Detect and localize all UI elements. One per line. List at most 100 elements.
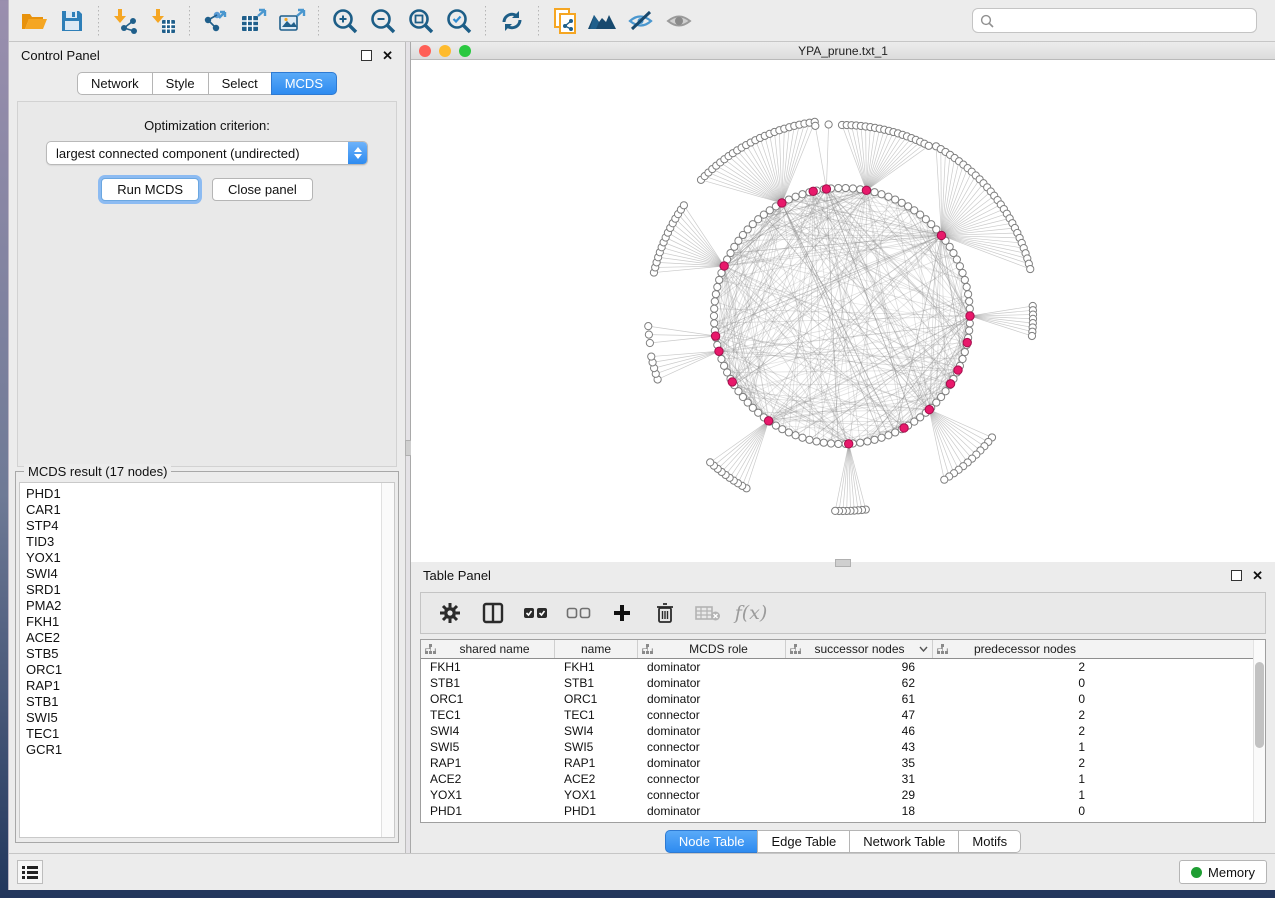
mcds-result-item[interactable]: STB5 — [26, 646, 381, 662]
zoom-selected-icon — [445, 7, 473, 35]
export-image-button[interactable] — [273, 3, 311, 39]
column-header-successor-nodes[interactable]: successor nodes — [786, 640, 933, 658]
table-cell: 0 — [933, 675, 1103, 691]
first-neighbors-button[interactable] — [584, 3, 622, 39]
zoom-selected-button[interactable] — [440, 3, 478, 39]
table-cell: 29 — [786, 787, 933, 803]
task-history-button[interactable] — [17, 860, 43, 884]
mcds-result-item[interactable]: SWI5 — [26, 710, 381, 726]
close-table-panel-button[interactable]: ✕ — [1252, 569, 1263, 582]
table-row[interactable]: FKH1FKH1dominator962 — [421, 659, 1253, 675]
mcds-panel: Optimization criterion: largest connecte… — [17, 101, 397, 467]
table-settings-button[interactable] — [433, 596, 467, 630]
export-table-button[interactable] — [235, 3, 273, 39]
zoom-out-button[interactable] — [364, 3, 402, 39]
close-panel-button-mcds[interactable]: Close panel — [212, 178, 313, 201]
function-builder-button[interactable]: f(x) — [734, 596, 768, 630]
mcds-result-group: MCDS result (17 nodes) PHD1CAR1STP4TID3Y… — [15, 471, 399, 843]
table-cell: dominator — [638, 755, 786, 771]
mcds-result-item[interactable]: GCR1 — [26, 742, 381, 758]
table-header-row: shared namenameMCDS rolesuccessor nodesp… — [421, 640, 1253, 659]
add-icon — [612, 603, 632, 623]
mcds-result-item[interactable]: PHD1 — [26, 486, 381, 502]
table-row[interactable]: SWI4SWI4dominator462 — [421, 723, 1253, 739]
mcds-result-item[interactable]: PMA2 — [26, 598, 381, 614]
search-input[interactable] — [999, 13, 1249, 28]
tab-edge-table[interactable]: Edge Table — [757, 830, 849, 853]
column-header-predecessor-nodes[interactable]: predecessor nodes — [933, 640, 1103, 658]
mcds-result-item[interactable]: SRD1 — [26, 582, 381, 598]
toolbar-separator — [485, 6, 486, 36]
zoom-in-button[interactable] — [326, 3, 364, 39]
delete-column-button[interactable] — [648, 596, 682, 630]
tab-style[interactable]: Style — [152, 72, 208, 95]
run-mcds-button[interactable]: Run MCDS — [101, 178, 199, 201]
mcds-result-item[interactable]: FKH1 — [26, 614, 381, 630]
mcds-result-scrollbar[interactable] — [381, 483, 394, 837]
mcds-result-item[interactable]: ORC1 — [26, 662, 381, 678]
float-table-panel-button[interactable] — [1231, 570, 1242, 581]
mcds-result-item[interactable]: STB1 — [26, 694, 381, 710]
window-close-icon[interactable] — [419, 45, 431, 57]
show-columns-button[interactable] — [476, 596, 510, 630]
close-panel-button[interactable]: ✕ — [382, 49, 393, 62]
tab-select[interactable]: Select — [208, 72, 271, 95]
tab-node-table[interactable]: Node Table — [665, 830, 758, 853]
table-row[interactable]: RAP1RAP1dominator352 — [421, 755, 1253, 771]
window-maximize-icon[interactable] — [459, 45, 471, 57]
mcds-result-item[interactable]: TEC1 — [26, 726, 381, 742]
table-row[interactable]: PHD1PHD1dominator180 — [421, 803, 1253, 819]
tab-mcds[interactable]: MCDS — [271, 72, 337, 95]
mcds-result-item[interactable]: RAP1 — [26, 678, 381, 694]
new-network-from-selection-button[interactable] — [546, 3, 584, 39]
table-cell: TEC1 — [555, 707, 638, 723]
import-table-button[interactable] — [144, 3, 182, 39]
open-folder-icon — [20, 9, 48, 33]
refresh-button[interactable] — [493, 3, 531, 39]
mcds-result-item[interactable]: SWI4 — [26, 566, 381, 582]
select-all-rows-button[interactable] — [519, 596, 553, 630]
column-header-MCDS-role[interactable]: MCDS role — [638, 640, 786, 658]
delete-table-button[interactable] — [691, 596, 725, 630]
memory-button[interactable]: Memory — [1179, 860, 1267, 884]
zoom-fit-button[interactable] — [402, 3, 440, 39]
import-network-button[interactable] — [106, 3, 144, 39]
show-all-button[interactable] — [660, 3, 698, 39]
deselect-all-rows-button[interactable] — [562, 596, 596, 630]
criterion-select[interactable]: largest connected component (undirected) — [46, 141, 368, 165]
window-minimize-icon[interactable] — [439, 45, 451, 57]
mcds-result-item[interactable]: STP4 — [26, 518, 381, 534]
mcds-result-item[interactable]: CAR1 — [26, 502, 381, 518]
column-namespace-icon — [642, 644, 653, 654]
mcds-result-item[interactable]: YOX1 — [26, 550, 381, 566]
column-header-shared-name[interactable]: shared name — [421, 640, 555, 658]
save-button[interactable] — [53, 3, 91, 39]
horizontal-splitter-grip[interactable] — [835, 559, 851, 567]
open-button[interactable] — [15, 3, 53, 39]
table-row[interactable]: TEC1TEC1connector472 — [421, 707, 1253, 723]
table-cell: 31 — [786, 771, 933, 787]
select-all-icon — [523, 606, 549, 620]
table-row[interactable]: STB1STB1dominator620 — [421, 675, 1253, 691]
table-scrollbar[interactable] — [1253, 640, 1265, 822]
export-network-button[interactable] — [197, 3, 235, 39]
table-scrollbar-thumb[interactable] — [1255, 662, 1264, 748]
table-cell: 0 — [933, 691, 1103, 707]
float-panel-button[interactable] — [361, 50, 372, 61]
column-header-name[interactable]: name — [555, 640, 638, 658]
toolbar-separator — [538, 6, 539, 36]
network-graph[interactable] — [411, 60, 1275, 562]
tab-network-table[interactable]: Network Table — [849, 830, 958, 853]
table-row[interactable]: YOX1YOX1connector291 — [421, 787, 1253, 803]
table-row[interactable]: ORC1ORC1dominator610 — [421, 691, 1253, 707]
table-row[interactable]: SWI5SWI5connector431 — [421, 739, 1253, 755]
hide-selected-button[interactable] — [622, 3, 660, 39]
toolbar-separator — [318, 6, 319, 36]
add-column-button[interactable] — [605, 596, 639, 630]
mcds-result-item[interactable]: ACE2 — [26, 630, 381, 646]
table-row[interactable]: ACE2ACE2connector311 — [421, 771, 1253, 787]
tab-network[interactable]: Network — [77, 72, 152, 95]
table-cell: connector — [638, 707, 786, 723]
tab-motifs[interactable]: Motifs — [958, 830, 1021, 853]
mcds-result-item[interactable]: TID3 — [26, 534, 381, 550]
